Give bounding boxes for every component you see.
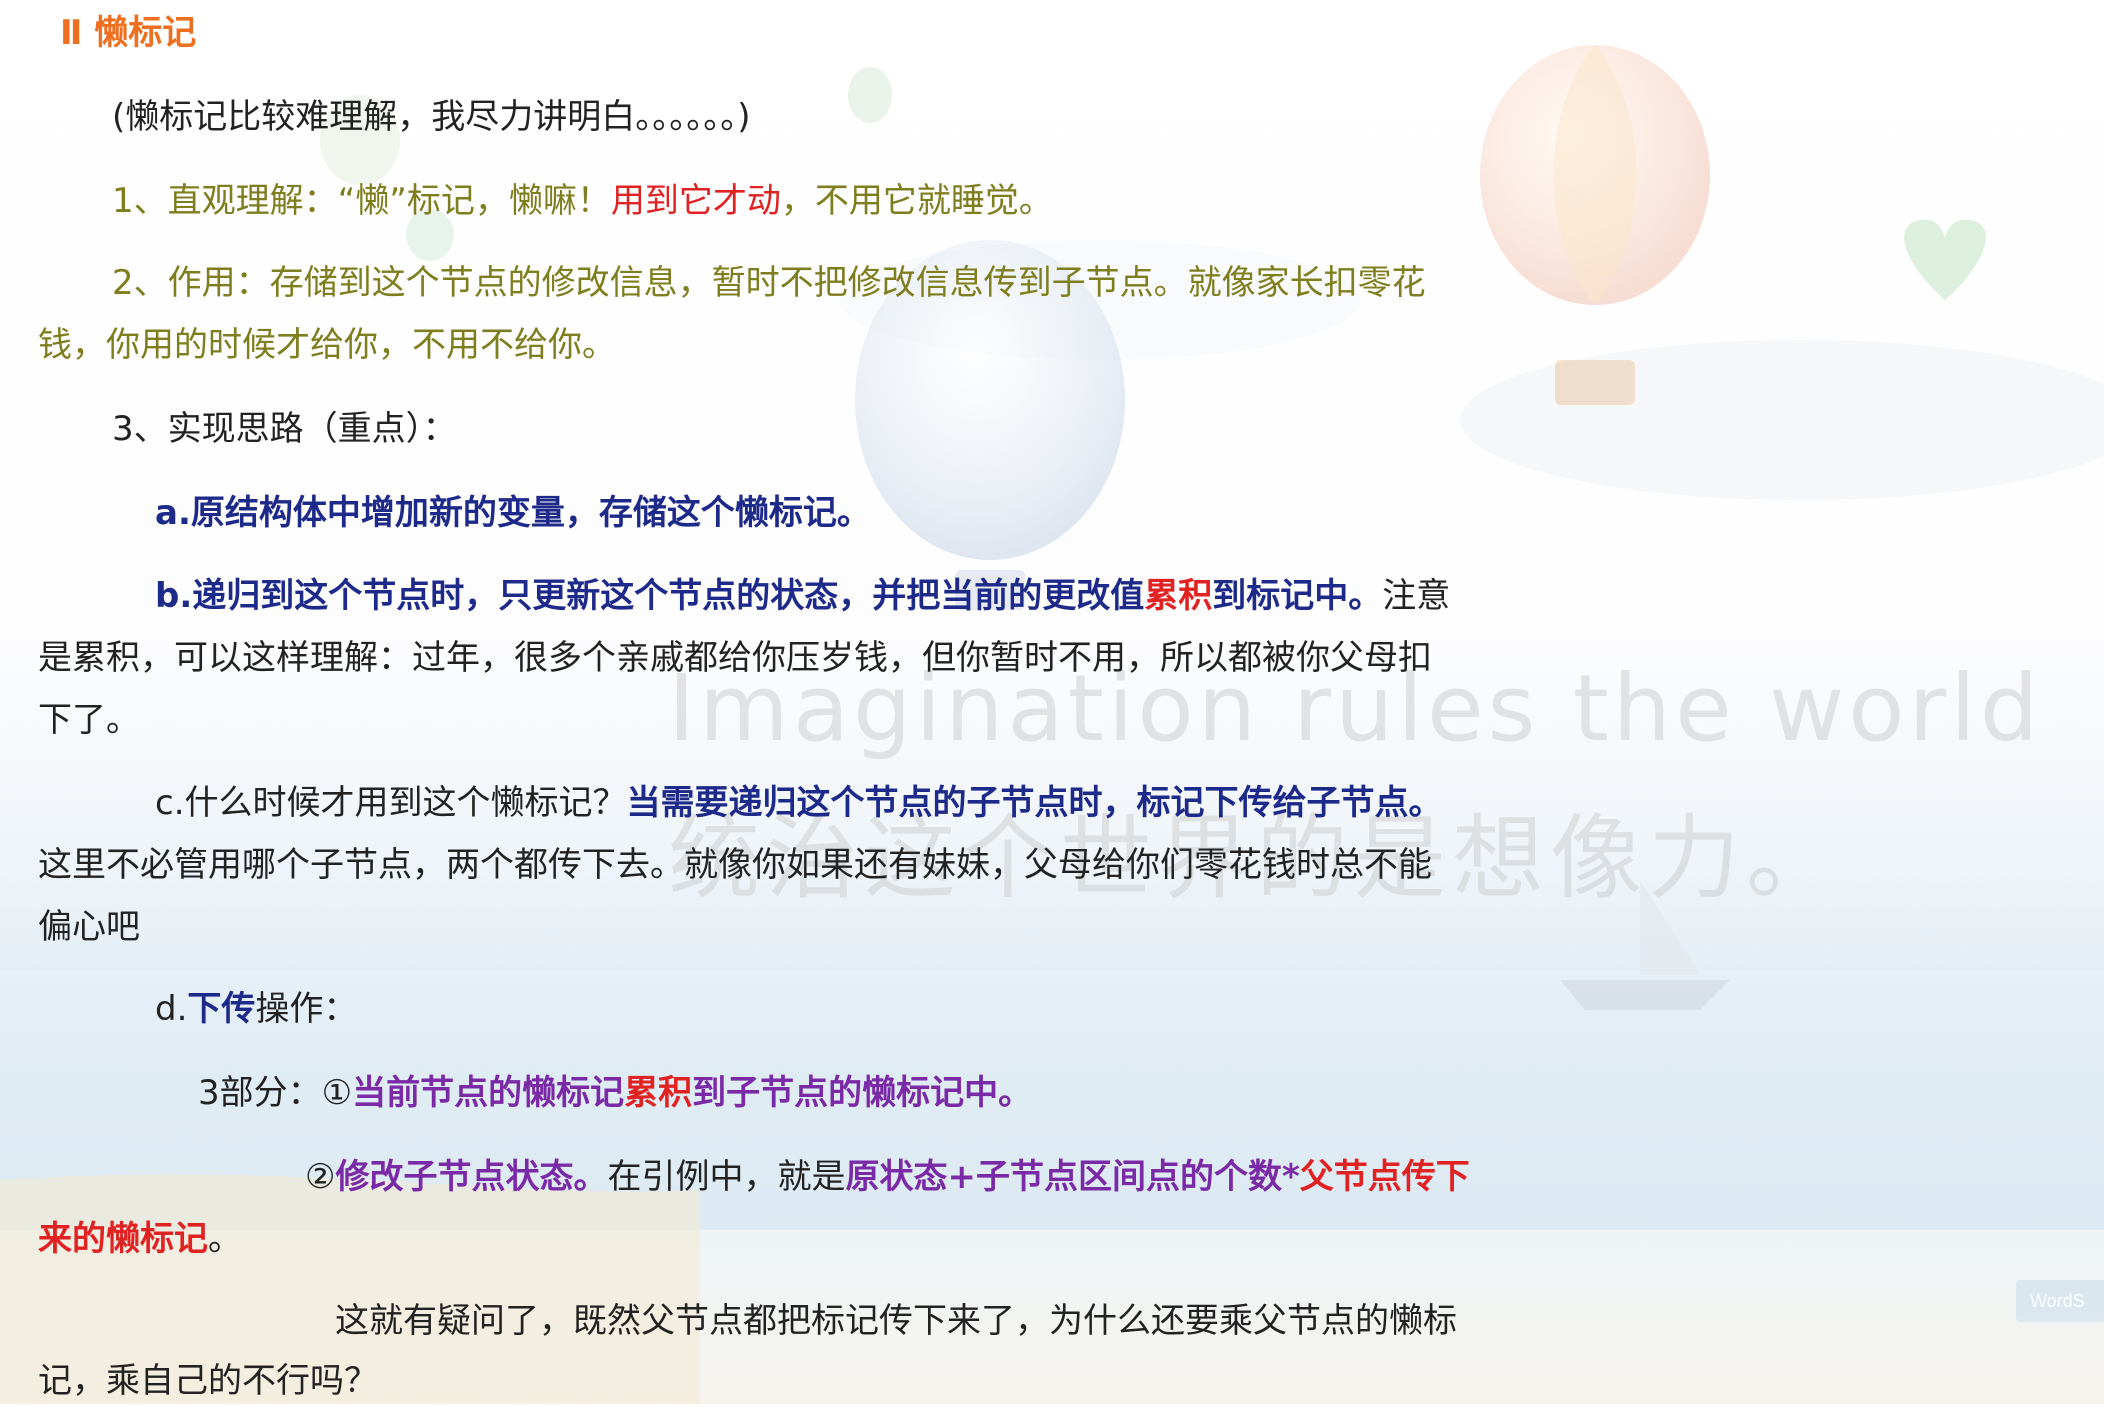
point-c-line-1: c.什么时候才用到这个懒标记？当需要递归这个节点的子节点时，标记下传给子节点。 — [155, 772, 1443, 834]
section-marker: Ⅱ — [60, 13, 83, 53]
point-d-bold: 下传 — [187, 989, 256, 1029]
point-b-bold-1: b.递归到这个节点时，只更新这个节点的状态，并把当前的更改值 — [155, 576, 1145, 616]
part-2-end: 。 — [208, 1219, 242, 1259]
point-c-plain: c.什么时候才用到这个懒标记？ — [155, 783, 627, 823]
item-1-highlight: 用到它才动 — [610, 181, 781, 221]
item-1: 1、直观理解：“懒”标记，懒嘛！用到它才动，不用它就睡觉。 — [112, 170, 1053, 232]
point-c-bold: 当需要递归这个节点的子节点时，标记下传给子节点。 — [626, 783, 1443, 823]
question-line-1: 这就有疑问了，既然父节点都把标记传下来了，为什么还要乘父节点的懒标 — [335, 1301, 1457, 1341]
point-b-red: 累积 — [1144, 576, 1213, 616]
item-2-line-1: 2、作用：存储到这个节点的修改信息，暂时不把修改信息传到子节点。就像家长扣零花 — [112, 263, 1426, 303]
part-2-line-1: ②修改子节点状态。在引例中，就是原状态+子节点区间点的个数*父节点传下 — [305, 1146, 1470, 1208]
part-2-red-1: 父节点传下 — [1299, 1157, 1470, 1197]
point-b-line-3: 下了。 — [38, 700, 140, 740]
point-d-prefix: d. — [155, 989, 188, 1029]
part-2-plain: 在引例中，就是 — [607, 1157, 846, 1197]
point-c-line-2: 这里不必管用哪个子节点，两个都传下去。就像你如果还有妹妹，父母给你们零花钱时总不… — [38, 845, 1432, 885]
part-1-red: 累积 — [624, 1073, 693, 1113]
item-2-line-2: 钱，你用的时候才给你，不用不给你。 — [38, 325, 616, 365]
part-2-red-2: 来的懒标记 — [38, 1219, 208, 1259]
point-d-suffix: 操作： — [255, 989, 358, 1029]
point-b-line-2: 是累积，可以这样理解：过年，很多个亲戚都给你压岁钱，但你暂时不用，所以都被你父母… — [38, 638, 1432, 678]
document-content: Ⅱ 懒标记 (懒标记比较难理解，我尽力讲明白。。。。。。) 1、直观理解：“懒”… — [0, 0, 2104, 1404]
part-1-prefix: 3部分：① — [198, 1073, 353, 1113]
section-heading: Ⅱ 懒标记 — [60, 2, 196, 64]
part-2-circle: ② — [305, 1157, 336, 1197]
question-line-2: 记，乘自己的不行吗？ — [38, 1361, 378, 1401]
intro-text: (懒标记比较难理解，我尽力讲明白。。。。。。) — [112, 97, 751, 137]
point-a: a.原结构体中增加新的变量，存储这个懒标记。 — [155, 493, 871, 533]
point-b-line-1: b.递归到这个节点时，只更新这个节点的状态，并把当前的更改值累积到标记中。注意 — [155, 565, 1450, 627]
part-2-line-2: 来的懒标记。 — [38, 1208, 242, 1270]
part-2-purple-2: 原状态+子节点区间点的个数* — [845, 1157, 1300, 1197]
item-1-suffix: ，不用它就睡觉。 — [780, 181, 1053, 221]
point-b-bold-2: 到标记中。 — [1212, 576, 1383, 616]
part-1: 3部分：①当前节点的懒标记累积到子节点的懒标记中。 — [198, 1062, 1032, 1124]
words-badge: WordS — [2016, 1280, 2104, 1322]
point-c-line-3: 偏心吧 — [38, 907, 140, 947]
item-1-prefix: 1、直观理解：“懒”标记，懒嘛！ — [112, 181, 611, 221]
part-1-purple-1: 当前节点的懒标记 — [352, 1073, 625, 1113]
part-2-purple-1: 修改子节点状态。 — [335, 1157, 608, 1197]
section-title: 懒标记 — [94, 13, 197, 53]
item-3-label: 3、实现思路（重点）： — [112, 409, 457, 449]
point-b-tail: 注意 — [1382, 576, 1451, 616]
point-d: d.下传操作： — [155, 978, 357, 1040]
part-1-purple-2: 到子节点的懒标记中。 — [692, 1073, 1033, 1113]
